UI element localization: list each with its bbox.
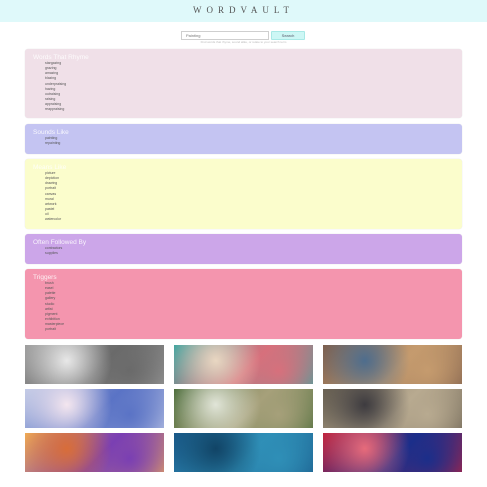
word-list: brush easel palette gallery studio artist pigm… <box>45 281 64 333</box>
search-input[interactable] <box>181 31 269 40</box>
image-gallery <box>25 345 462 473</box>
word-list: painting repainting <box>45 136 60 146</box>
garden-painter-photo[interactable] <box>174 389 313 428</box>
search-hint: Find words that rhyme, sound alike, or r… <box>200 40 287 44</box>
word-list: contractors supplies <box>45 246 62 256</box>
card-title: Words That Rhyme <box>33 54 89 61</box>
paint-cans-photo[interactable] <box>174 433 313 472</box>
paint-palette-photo[interactable] <box>323 345 462 384</box>
word-link[interactable]: watercolor <box>45 217 61 222</box>
word-link[interactable]: reappraising <box>45 107 66 112</box>
card-triggers: Triggers brush easel palette gallery studio a… <box>25 269 462 339</box>
red-abstract-canvas-photo[interactable] <box>323 433 462 472</box>
card-title: Sounds Like <box>33 129 69 136</box>
word-link[interactable]: repainting <box>45 141 60 146</box>
app-logo[interactable]: WORDVAULT <box>0 5 487 15</box>
studio-wall-photo[interactable] <box>25 345 164 384</box>
card-title: Often Followed By <box>33 239 87 246</box>
search-button[interactable]: Search <box>271 31 305 40</box>
watercolor-paper-photo[interactable] <box>25 389 164 428</box>
street-artist-photo[interactable] <box>323 389 462 428</box>
card-sounds-like: Sounds Like painting repainting <box>25 124 462 154</box>
card-means-like: Means Like picture depiction drawing portra… <box>25 159 462 229</box>
app-header: WORDVAULT <box>0 0 487 22</box>
card-followed-by: Often Followed By contractors supplies <box>25 234 462 264</box>
card-title: Means Like <box>33 164 67 171</box>
purple-brush-stroke-photo[interactable] <box>25 433 164 472</box>
word-list: stargazing grazing amazing blazing underprai… <box>45 61 66 113</box>
word-link[interactable]: supplies <box>45 251 62 256</box>
card-rhymes: Words That Rhyme stargazing grazing amazin… <box>25 49 462 118</box>
abstract-flowers-photo[interactable] <box>174 345 313 384</box>
card-title: Triggers <box>33 274 57 281</box>
word-link[interactable]: portrait <box>45 327 64 332</box>
word-list: picture depiction drawing portrait canvas mur… <box>45 171 61 223</box>
